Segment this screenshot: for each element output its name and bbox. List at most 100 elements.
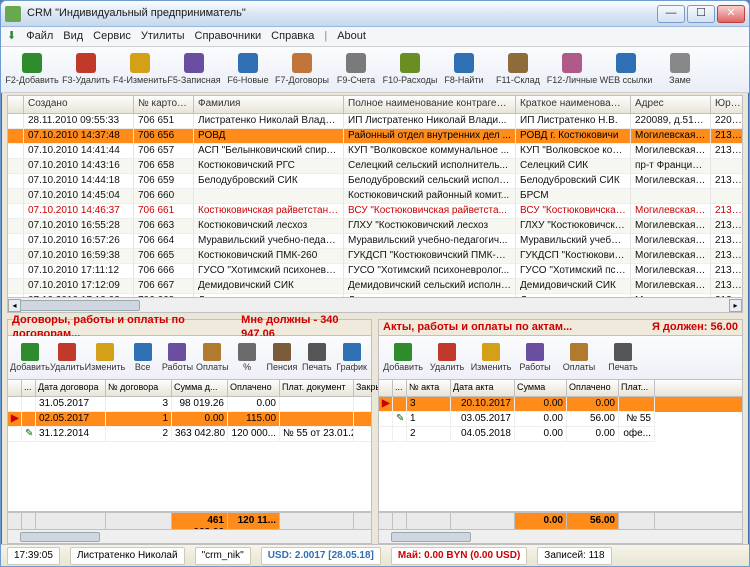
panel-header-cell[interactable]: № акта	[407, 380, 451, 396]
panel-button-удалить[interactable]: Удалить	[425, 338, 469, 378]
sum-cell	[393, 513, 407, 529]
table-row[interactable]: 07.10.2010 14:44:18706 659Белодубровский…	[8, 174, 742, 189]
toolbar-icon	[22, 53, 42, 73]
toolbar-f12-личные[interactable]: F12-Личные	[545, 49, 599, 91]
scroll-right-icon[interactable]: ▸	[729, 299, 742, 312]
grid-header-cell[interactable]: Полное наименование контрагента	[344, 96, 516, 113]
panel-button-удалить[interactable]: Удалить	[50, 338, 85, 378]
panel-button-график[interactable]: График	[334, 338, 369, 378]
menu-item[interactable]: Справка	[271, 30, 314, 43]
table-row[interactable]: 07.10.2010 17:12:09706 667Демидовичский …	[8, 279, 742, 294]
panel-button-icon	[21, 343, 39, 361]
toolbar-f6-новые[interactable]: F6-Новые	[221, 49, 275, 91]
table-row[interactable]: 07.10.2010 16:55:28706 663Костюковичский…	[8, 219, 742, 234]
panel-row[interactable]: ✎103.05.20170.0056.00№ 55	[379, 412, 742, 427]
table-row[interactable]: 07.10.2010 14:46:37706 661Костюковичская…	[8, 204, 742, 219]
panel-button-пенсия[interactable]: Пенсия	[265, 338, 300, 378]
table-row[interactable]: 07.10.2010 14:37:48706 656РОВДРайонный о…	[8, 129, 742, 144]
acts-headers: ...№ актаДата актаСуммаОплаченоПлат...	[379, 380, 742, 397]
table-row[interactable]: 07.10.2010 16:57:26706 664Муравильский у…	[8, 234, 742, 249]
panel-button-icon	[308, 343, 326, 361]
grid-header-cell[interactable]: № карточки	[134, 96, 194, 113]
panel-header-cell[interactable]: ...	[22, 380, 36, 396]
table-row[interactable]: 07.10.2010 17:11:12706 666ГУСО "Хотимски…	[8, 264, 742, 279]
panel-row[interactable]: 31.05.2017398 019.260.00	[8, 397, 371, 412]
toolbar-f11-склад[interactable]: F11-Склад	[491, 49, 545, 91]
menu-item[interactable]: Вид	[63, 30, 83, 43]
panel-header-cell[interactable]: ...	[393, 380, 407, 396]
panel-button-работы[interactable]: Работы	[513, 338, 557, 378]
sum-cell: 120 11...	[228, 513, 280, 529]
toolbar-f7-договоры[interactable]: F7-Договоры	[275, 49, 329, 91]
grid-header-cell[interactable]: Краткое наименование ко...	[516, 96, 631, 113]
toolbar-f3-удалить[interactable]: F3-Удалить	[59, 49, 113, 91]
toolbar-f9-счета[interactable]: F9-Счета	[329, 49, 383, 91]
grid-hscroll[interactable]: ◂ ▸	[8, 297, 742, 312]
menu-item[interactable]: About	[337, 30, 366, 43]
minimize-button[interactable]: —	[657, 5, 685, 23]
maximize-button[interactable]: ☐	[687, 5, 715, 23]
menu-item[interactable]: Справочники	[195, 30, 262, 43]
toolbar-icon	[454, 53, 474, 73]
panel-button-добавить[interactable]: Добавить	[381, 338, 425, 378]
panel-header-cell[interactable]: Плат. документ	[280, 380, 354, 396]
grid-header-cell[interactable]	[8, 96, 24, 113]
contracts-hscroll[interactable]	[8, 529, 371, 543]
panel-button-%[interactable]: %	[230, 338, 265, 378]
grid-header-cell[interactable]: Фамилия	[194, 96, 344, 113]
panel-button-оплаты[interactable]: Оплаты	[195, 338, 230, 378]
panel-button-работы[interactable]: Работы	[160, 338, 195, 378]
table-row[interactable]: 07.10.2010 14:43:16706 658Костюковичский…	[8, 159, 742, 174]
toolbar-f10-расходы[interactable]: F10-Расходы	[383, 49, 437, 91]
grid-rows: 28.11.2010 09:55:33706 651Листратенко Ни…	[8, 114, 742, 297]
toolbar-f8-найти[interactable]: F8-Найти	[437, 49, 491, 91]
grid-header-cell[interactable]: Адрес	[631, 96, 711, 113]
titlebar: CRM "Индивидуальный предприниматель" — ☐…	[1, 1, 749, 27]
panel-button-печать[interactable]: Печать	[601, 338, 645, 378]
toolbar-f2-добавить[interactable]: F2-Добавить	[5, 49, 59, 91]
panel-header-cell[interactable]: Оплачено	[228, 380, 280, 396]
panel-header-cell[interactable]: Дата договора	[36, 380, 106, 396]
panel-row[interactable]: ✎31.12.20142363 042.80120 000...№ 55 от …	[8, 427, 371, 442]
close-button[interactable]: ✕	[717, 5, 745, 23]
toolbar-f4-изменить[interactable]: F4-Изменить	[113, 49, 167, 91]
contracts-title-bar: Договоры, работы и оплаты по договорам..…	[8, 320, 371, 336]
toolbar-заме[interactable]: Заме	[653, 49, 707, 91]
table-row[interactable]: 28.11.2010 09:55:33706 651Листратенко Ни…	[8, 114, 742, 129]
panel-row[interactable]: 204.05.20180.000.00офе...	[379, 427, 742, 442]
panel-button-добавить[interactable]: Добавить	[10, 338, 50, 378]
panel-header-cell[interactable]: Дата акта	[451, 380, 515, 396]
panel-header-cell[interactable]	[379, 380, 393, 396]
acts-hscroll[interactable]	[379, 529, 742, 543]
panel-button-изменить[interactable]: Изменить	[469, 338, 513, 378]
panel-row[interactable]: ▶02.05.201710.00115.00	[8, 412, 371, 427]
panel-button-icon	[168, 343, 186, 361]
status-bar: 17:39:05 Листратенко Николай "crm_nik" U…	[1, 544, 749, 566]
menu-item[interactable]: Утилиты	[141, 30, 185, 43]
panel-button-оплаты[interactable]: Оплаты	[557, 338, 601, 378]
acts-panel: Акты, работы и оплаты по актам... Я долж…	[378, 319, 743, 544]
grid-header-cell[interactable]: Создано	[24, 96, 134, 113]
panel-header-cell[interactable]: Сумма	[515, 380, 567, 396]
toolbar-web-ссылки[interactable]: WEB ссылки	[599, 49, 653, 91]
menu-item[interactable]: Файл	[26, 30, 53, 43]
status-records: Записей: 118	[537, 547, 611, 565]
menu-item[interactable]: Сервис	[93, 30, 131, 43]
panel-button-icon	[134, 343, 152, 361]
panel-row[interactable]: ▶320.10.20170.000.00	[379, 397, 742, 412]
panel-header-cell[interactable]: Сумма д...	[172, 380, 228, 396]
scroll-thumb[interactable]	[20, 300, 140, 311]
table-row[interactable]: 07.10.2010 14:45:04706 660Костюковичский…	[8, 189, 742, 204]
table-row[interactable]: 07.10.2010 14:41:44706 657АСП "Белынкови…	[8, 144, 742, 159]
panel-button-все[interactable]: Все	[125, 338, 160, 378]
panel-header-cell[interactable]: Оплачено	[567, 380, 619, 396]
panel-button-печать[interactable]: Печать	[299, 338, 334, 378]
table-row[interactable]: 07.10.2010 16:59:38706 665Костюковичский…	[8, 249, 742, 264]
panel-button-изменить[interactable]: Изменить	[85, 338, 126, 378]
toolbar-f5-записная[interactable]: F5-Записная	[167, 49, 221, 91]
panel-header-cell[interactable]: № договора	[106, 380, 172, 396]
toolbar-icon	[184, 53, 204, 73]
grid-header-cell[interactable]: Юриди...	[711, 96, 743, 113]
panel-header-cell[interactable]	[8, 380, 22, 396]
panel-header-cell[interactable]: Плат...	[619, 380, 655, 396]
